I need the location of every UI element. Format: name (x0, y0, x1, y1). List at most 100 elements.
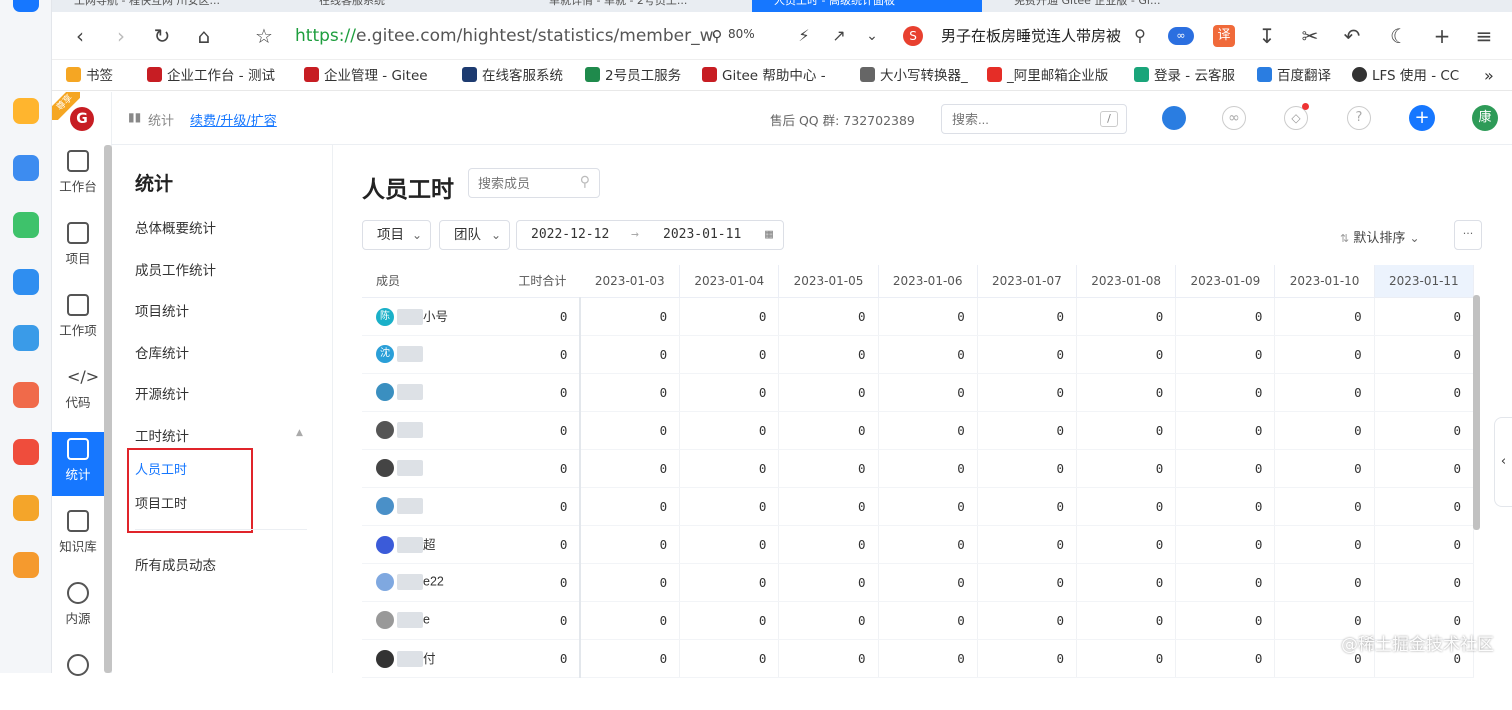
clock-icon[interactable] (13, 155, 39, 181)
scissors-icon[interactable]: ✂ (1295, 22, 1325, 50)
table-row[interactable]: 0000000000 (362, 373, 1475, 412)
penguin-icon[interactable] (1162, 106, 1186, 130)
nav-item-code[interactable]: </> 代码 (52, 360, 104, 422)
zoom-level[interactable]: 80% (728, 27, 755, 41)
translate-icon[interactable] (13, 382, 39, 408)
col-total[interactable]: 工时合计 (481, 265, 581, 298)
browser-tab-active[interactable]: 人员工时 - 高级统计面板 (752, 0, 982, 12)
reload-icon[interactable]: ↻ (148, 22, 176, 50)
nav-item-innersource[interactable]: 内源 (52, 576, 104, 638)
table-row[interactable]: 超0000000000 (362, 525, 1475, 564)
favorites-icon[interactable] (13, 98, 39, 124)
back-icon[interactable]: ‹ (66, 22, 94, 50)
member-cell[interactable]: e (362, 601, 482, 640)
sogou-icon[interactable]: S (903, 26, 923, 46)
bookmark-item[interactable]: 企业工作台 - 测试 (147, 66, 292, 86)
download-icon[interactable]: ↧ (1255, 22, 1279, 50)
help-icon[interactable]: ? (1347, 106, 1371, 130)
table-row[interactable]: 0000000000 (362, 487, 1475, 526)
nav-item-workbench[interactable]: 工作台 (52, 144, 104, 206)
infinity-icon[interactable]: ∞ (1168, 27, 1194, 45)
renew-link[interactable]: 续费/升级/扩容 (190, 110, 277, 129)
table-row[interactable]: e22 0 0 0 0 0 0 0 0 0 0 (362, 563, 1475, 602)
member-cell[interactable]: 沈 (362, 335, 482, 374)
chevron-down-icon[interactable]: ⌄ (860, 22, 884, 50)
member-cell[interactable] (362, 373, 482, 412)
sidebar-item-repo[interactable]: 仓库统计 (135, 342, 189, 362)
new-tab-icon[interactable]: + (1430, 22, 1454, 50)
bookmark-item[interactable]: _阿里邮箱企业版 (987, 66, 1122, 86)
sidebar-item-opensource[interactable]: 开源统计 (135, 383, 189, 403)
home-icon[interactable]: ⌂ (190, 22, 218, 50)
cloud-icon[interactable] (13, 325, 39, 351)
col-date[interactable]: 2023-01-08 (1076, 265, 1177, 298)
browser-tab[interactable]: 在线客服系统 (297, 0, 467, 12)
col-date[interactable]: 2023-01-03 (580, 265, 681, 298)
table-row[interactable]: 0000000000 (362, 411, 1475, 450)
nav-scrollbar[interactable] (104, 145, 112, 673)
col-date[interactable]: 2023-01-09 (1175, 265, 1276, 298)
col-date[interactable]: 2023-01-07 (977, 265, 1078, 298)
member-search-input[interactable] (469, 169, 569, 197)
translate-plugin-icon[interactable]: 译 (1213, 25, 1235, 47)
table-row[interactable]: 陈小号 0 0 0 0 0 0 0 0 0 0 (362, 297, 1475, 336)
bookmark-item[interactable]: Gitee 帮助中心 - (702, 66, 837, 86)
col-member[interactable]: 成员 (362, 265, 482, 298)
browser-tab[interactable]: 工网导航 - 程快互网 川安区... (52, 0, 242, 12)
moon-icon[interactable]: ☾ (1387, 22, 1411, 50)
sidebar-item-activity[interactable]: 所有成员动态 (135, 554, 216, 574)
undo-icon[interactable]: ↶ (1337, 22, 1367, 50)
url-field[interactable]: https://e.gitee.com/hightest/statistics/… (295, 23, 715, 49)
link-icon[interactable]: ∞ (1222, 106, 1246, 130)
sidebar-item-member-work[interactable]: 成员工作统计 (135, 259, 216, 279)
project-filter[interactable]: 项目 ⌄ (362, 220, 431, 250)
member-cell[interactable] (362, 449, 482, 488)
col-date[interactable]: 2023-01-06 (878, 265, 978, 298)
bookmark-item[interactable]: 企业管理 - Gitee (304, 66, 439, 86)
nav-item-statistics[interactable]: 统计 (52, 432, 104, 496)
zoom-search-icon[interactable]: ⚲ (707, 22, 727, 50)
sidebar-item-project[interactable]: 项目统计 (135, 300, 189, 320)
plane-icon[interactable] (13, 269, 39, 295)
member-cell[interactable]: 付 (362, 639, 482, 678)
bookmark-item[interactable]: 登录 - 云客服 (1134, 66, 1244, 86)
search-app-icon[interactable] (13, 495, 39, 521)
wechat-icon[interactable] (13, 212, 39, 238)
bookmark-item[interactable]: 百度翻译 (1257, 66, 1342, 86)
forward-icon[interactable]: › (107, 22, 135, 50)
avatar[interactable]: 康 (1472, 105, 1498, 131)
sidebar-item-overview[interactable]: 总体概要统计 (135, 217, 216, 237)
member-cell[interactable]: e22 (362, 563, 482, 602)
pdf-icon[interactable] (13, 439, 39, 465)
bookmark-item[interactable]: 2号员工服务 (585, 66, 690, 86)
date-range-picker[interactable]: 2022-12-12 → 2023-01-11 ▦ (516, 220, 784, 250)
nav-item-projects[interactable]: 项目 (52, 216, 104, 278)
notes-icon[interactable] (13, 552, 39, 578)
col-date[interactable]: 2023-01-10 (1274, 265, 1375, 298)
member-search[interactable]: ⚲ (468, 168, 600, 198)
member-cell[interactable]: 超 (362, 525, 482, 564)
breadcrumb[interactable]: 统计 (148, 110, 174, 129)
table-scrollbar[interactable] (1473, 295, 1480, 530)
news-search-box[interactable]: 男子在板房睡觉连人带房被 (941, 23, 1196, 49)
team-filter[interactable]: 团队 ⌄ (439, 220, 510, 250)
nav-item-members[interactable] (52, 648, 104, 710)
star-icon[interactable]: ☆ (250, 22, 278, 50)
search-icon[interactable]: ⚲ (1129, 22, 1151, 50)
table-row[interactable]: e0000000000 (362, 601, 1475, 640)
sidebar-sub-member-worktime[interactable]: 人员工时 (135, 459, 187, 478)
sidebar-item-worktime[interactable]: 工时统计 (135, 425, 189, 445)
table-row[interactable]: 付0000000000 (362, 639, 1475, 678)
col-date[interactable]: 2023-01-04 (679, 265, 780, 298)
more-bookmarks-icon[interactable]: » (1484, 66, 1504, 86)
bookmark-item[interactable]: 书签 (66, 66, 136, 86)
nav-item-work-items[interactable]: 工作项 (52, 288, 104, 350)
bookmark-item[interactable]: LFS 使用 - CC (1352, 66, 1462, 86)
gitee-logo-icon[interactable]: G (70, 107, 94, 131)
table-row[interactable]: 沈0000000000 (362, 335, 1475, 374)
col-date[interactable]: 2023-01-11 (1374, 265, 1475, 298)
bookmark-item[interactable]: 在线客服系统 (462, 66, 577, 86)
member-cell[interactable] (362, 411, 482, 450)
more-button[interactable]: ··· (1454, 220, 1482, 250)
bookmark-item[interactable]: 大小写转换器_ (860, 66, 970, 86)
